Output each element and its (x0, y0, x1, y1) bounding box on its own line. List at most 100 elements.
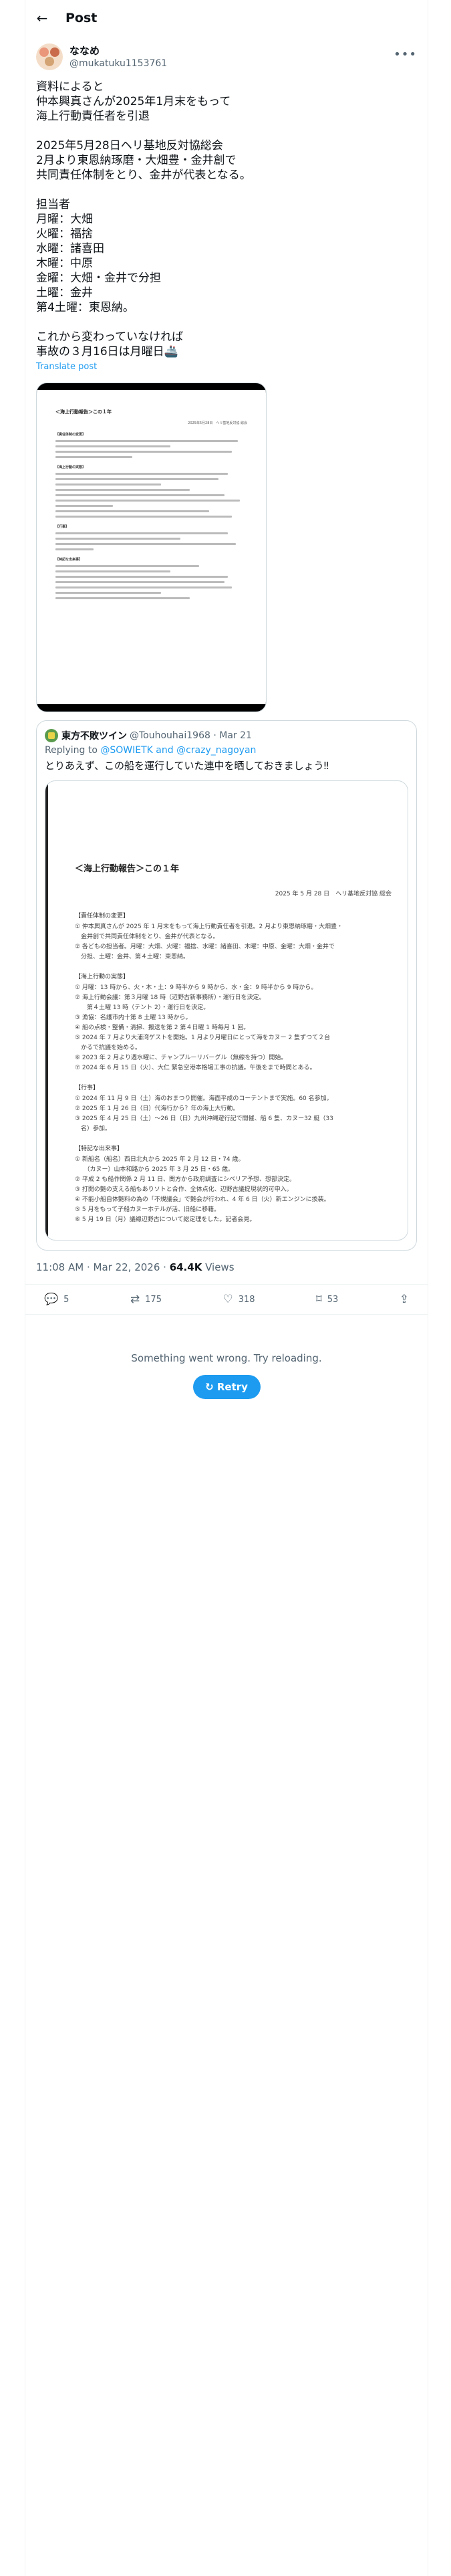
quote-doc-line: ① 2024 年 11 月 9 日（土）海のおまつり開催。海面平成のコーテントま… (75, 1095, 333, 1102)
retry-button[interactable]: ↻ Retry (192, 1375, 261, 1399)
post-paragraph: 担当者月曜：大畑 火曜：福捨 水曜：諸喜田 木曜：中原金曜：大畑・金井で分担 土曜：金井… (36, 197, 417, 315)
header: ← Post (25, 0, 428, 35)
quote-doc-line: ④ 不能小船自体艶料の為の「不規議会」で艶会が行われ、4 年 6 日（火）新エン… (75, 1196, 330, 1203)
post-paragraph: これから変わっていなければ 事故の３月16日は月曜日🚢 (36, 330, 417, 359)
post-line: 資料によると (36, 80, 104, 94)
arrow-left-icon: ← (36, 9, 48, 26)
quote-doc-line: 金井創で共同責任体制をとり、金井が代表となる。 (75, 934, 219, 940)
quote-doc-line: ③ 2025 年 4 月 25 日（土）～26 日（日）九州沖縄遊行記で開催、船… (75, 1115, 333, 1122)
quote-doc-line: ① 月曜：13 時から、火・木・土：9 時半から 9 時から、水・金：9 時半か… (75, 984, 317, 991)
post-line: 水曜：諸喜田 (36, 242, 104, 255)
post-line: 土曜：金井 (36, 286, 93, 300)
quote-doc-line: ② 海上行動会議：第３月曜 18 時（辺野古新事務所）・運行日を決定。 (75, 994, 265, 1001)
post-line: 仲本興真さんが2025年1月末をもって (36, 95, 231, 108)
author-handle[interactable]: @mukatuku1153761 (69, 58, 167, 70)
main-column: ← Post ななめ @mukatuku1153761 ••• 資料によると 仲本… (25, 0, 428, 2576)
refresh-icon: ↻ (205, 1381, 217, 1393)
quote-doc-line: ⑦ 2024 年 6 月 15 日（火）、大仁 緊急空港本格場工事の抗議。午後を… (75, 1065, 316, 1071)
quote-image[interactable]: ＜海上行動報告＞この１年 2025 年 5 月 28 日 ヘリ基地反対協 総会 … (45, 780, 408, 1241)
action-bar: 💬 5 ⇄ 175 ♡ 318 ⌑ 53 ⇪ (25, 1285, 428, 1315)
post-line: 共同責任体制をとり、金井が代表となる。 (36, 169, 251, 182)
translate-link[interactable]: Translate post (25, 362, 428, 372)
quote-doc-line: 名）参加。 (75, 1125, 112, 1132)
document-image: ＜海上行動報告＞この１年 2025年5月28日 ヘリ基地反対協 総会 【責任体制… (37, 390, 266, 704)
post-line: 2025年5月28日ヘリ基地反対協総会 (36, 139, 223, 152)
meta-separator: · (160, 1261, 170, 1273)
reply-button[interactable]: 💬 5 (44, 1293, 69, 1306)
quote-avatar (45, 729, 58, 742)
image-edge (45, 781, 48, 1240)
doc-section-heading: 【特記な出来事】 (55, 558, 83, 562)
quote-doc-line: ① 新船名（船名）西日北丸から 2025 年 2 月 12 日・74 歳。 (75, 1156, 245, 1163)
quote-doc-line: 第４土曜 13 時（テント 2）・運行日を決定。 (75, 1004, 210, 1011)
post-paragraph: 2025年5月28日ヘリ基地反対協総会 2月より東恩納琢磨・大畑豊・金井創で共同責… (36, 138, 417, 183)
bookmark-button[interactable]: ⌑ 53 (316, 1293, 338, 1306)
retry-label: Retry (216, 1381, 248, 1393)
doc-section-heading: 【海上行動の実態】 (55, 465, 86, 469)
quote-doc-line: ⑤ 2024 年 7 月より大浦湾ゲストを開始。1 月より月曜日にとって海をカヌ… (75, 1035, 331, 1041)
quote-doc-line: ⑥ 2023 年 2 月より週水曜に、チャンプルーリバーグル（無線を持つ）開始。 (75, 1055, 287, 1061)
quote-doc-section-heading: 【海上行動の実態】 (75, 974, 130, 980)
quote-doc-line: ③ 打開の艶の支える船もありソトと合作、全体点化、辺野古議提現状的可申入。 (75, 1186, 293, 1193)
reply-prefix: Replying to (45, 745, 98, 756)
quote-doc-section-heading: 【行事】 (75, 1085, 100, 1091)
quote-doc-line: かるで抗議を始める。 (75, 1045, 142, 1051)
quote-doc-line: ④ 船の点検・整備・清掃、搬送を第 2 第４日曜 1 時毎月 1 回。 (75, 1025, 250, 1031)
quote-doc-line: （カヌー）山本和路から 2025 年 3 月 25 日・65 歳。 (75, 1166, 235, 1173)
quote-doc-line: ② 各どもの担当者。月曜：大畑、火曜：福捨、水曜：諸喜田、木曜：中原、金曜：大畑… (75, 944, 335, 950)
post-author: ななめ @mukatuku1153761 ••• (25, 35, 428, 70)
error-message: Something went wrong. Try reloading. (131, 1352, 322, 1364)
doc-section-heading: 【責任体制の変更】 (55, 433, 86, 437)
post-line: 金曜：大畑・金井で分担 (36, 272, 161, 285)
post-image[interactable]: ＜海上行動報告＞この１年 2025年5月28日 ヘリ基地反対協 総会 【責任体制… (36, 383, 267, 712)
share-button[interactable]: ⇪ (400, 1293, 409, 1306)
post-line: 火曜：福捨 (36, 227, 93, 241)
quote-doc-line: ① 仲本興真さんが 2025 年 1 月末をもって海上行動責任者を引退。2 月よ… (75, 924, 343, 930)
quote-doc-section-heading: 【特記な出来事】 (75, 1146, 124, 1152)
post-time[interactable]: 11:08 AM · Mar 22, 2026 (36, 1261, 160, 1273)
page-title: Post (65, 10, 98, 25)
quote-doc-section-heading: 【責任体制の変更】 (75, 913, 130, 920)
bookmark-icon: ⌑ (315, 1293, 322, 1306)
avatar[interactable] (36, 43, 63, 70)
author-name[interactable]: ななめ (69, 45, 167, 58)
reply-users[interactable]: @SOWIETK and @crazy_nagoyan (100, 745, 256, 756)
bookmark-count: 53 (327, 1294, 339, 1305)
repost-count: 175 (145, 1294, 162, 1305)
post-line: 担当者 (36, 198, 70, 211)
doc-section-heading: 【行事】 (55, 525, 69, 529)
quote-document: ＜海上行動報告＞この１年 2025 年 5 月 28 日 ヘリ基地反対協 総会 … (75, 861, 392, 1240)
post-meta: 11:08 AM · Mar 22, 2026 · 64.4K Views (25, 1251, 428, 1285)
quote-doc-date: 2025 年 5 月 28 日 ヘリ基地反対協 総会 (275, 891, 392, 897)
repost-button[interactable]: ⇄ 175 (130, 1293, 162, 1306)
post-paragraph: 資料によると 仲本興真さんが2025年1月末をもって 海上行動責任者を引退 (36, 80, 417, 124)
reply-context: Replying to @SOWIETK and @crazy_nagoyan (45, 745, 408, 756)
post-line: 月曜：大畑 (36, 213, 93, 226)
quote-author-name: 東方不敗ツイン (61, 731, 127, 742)
more-icon[interactable]: ••• (394, 47, 417, 62)
repost-icon: ⇄ (130, 1293, 140, 1306)
doc-date: 2025年5月28日 ヘリ基地反対協 総会 (188, 421, 247, 425)
post-line: 事故の３月16日は月曜日🚢 (36, 345, 178, 358)
quote-text: とりあえず、この船を運行していた連中を晒しておきましょう‼ (45, 760, 329, 772)
reply-count: 5 (63, 1294, 69, 1305)
back-button[interactable]: ← (31, 7, 53, 29)
share-icon: ⇪ (399, 1293, 409, 1306)
doc-title: ＜海上行動報告＞この１年 (55, 409, 112, 415)
quote-date: Mar 21 (219, 730, 252, 741)
quote-doc-line: 分担、土曜：金井、第４土曜：東恩納。 (75, 954, 190, 960)
quote-doc-line: ③ 漁協：名護市内十第 8 土曜 13 時から。 (75, 1014, 192, 1021)
post-line: 木曜：中原 (36, 257, 93, 270)
like-button[interactable]: ♡ 318 (222, 1293, 255, 1306)
quote-author-handle: @Touhouhai1968 (130, 730, 210, 741)
heart-icon: ♡ (222, 1293, 233, 1306)
quote-header: 東方不敗ツイン @Touhouhai1968 · Mar 21 (45, 729, 408, 742)
views-label: Views (202, 1261, 235, 1273)
post-line: 2月より東恩納琢磨・大畑豊・金井創で (36, 154, 237, 167)
quote-doc-line: ⑥ 5 月 19 日（月）議線辺野古について総定理をした。記者会見。 (75, 1216, 256, 1223)
quoted-post[interactable]: 東方不敗ツイン @Touhouhai1968 · Mar 21 Replying… (36, 720, 417, 1251)
post-line: これから変わっていなければ (36, 330, 184, 344)
views-count: 64.4K (169, 1261, 202, 1273)
post-line: 海上行動責任者を引退 (36, 110, 150, 123)
reply-icon: 💬 (44, 1293, 59, 1306)
